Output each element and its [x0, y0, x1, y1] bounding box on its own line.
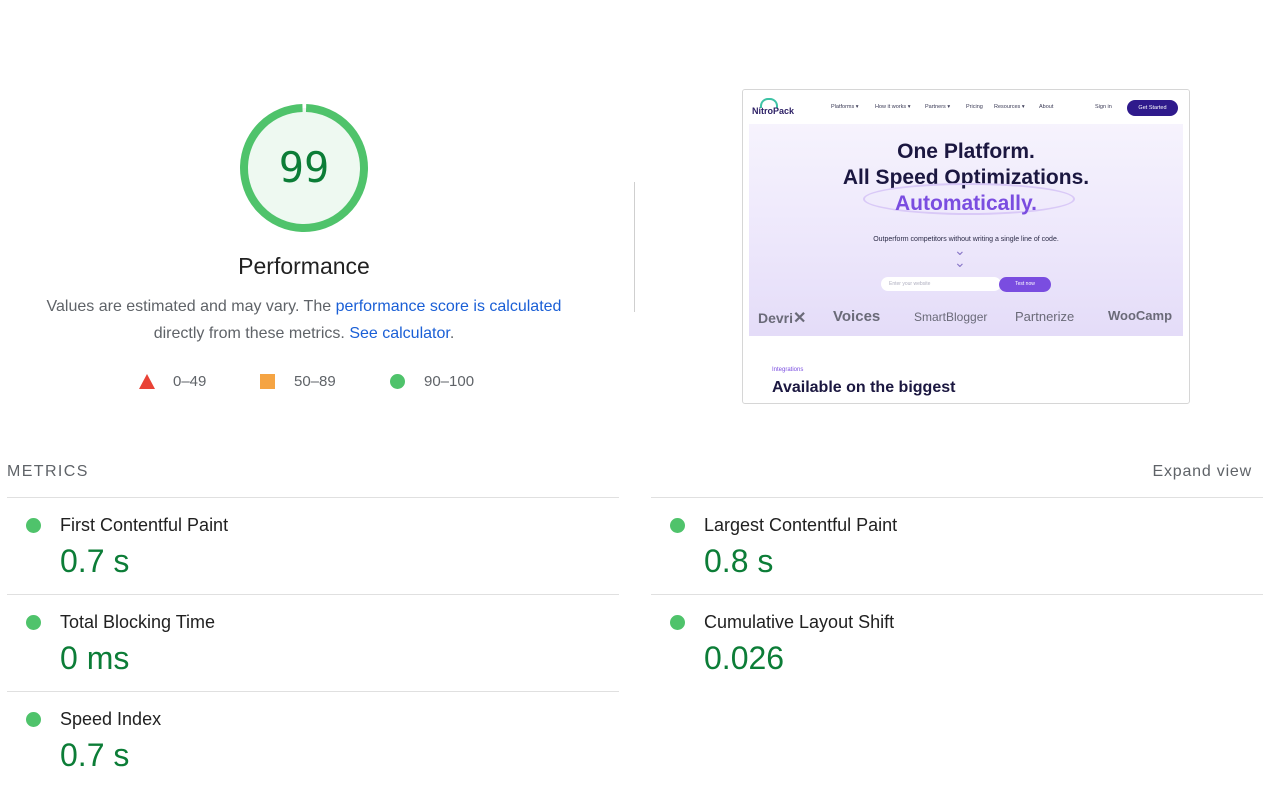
performance-score-link[interactable]: performance score is calculated — [336, 298, 562, 315]
legend-item-pass: 90–100 — [390, 373, 474, 390]
pass-circle-icon — [670, 518, 685, 533]
gauge-title: Performance — [238, 253, 370, 279]
description-text: directly from these metrics. — [153, 325, 350, 342]
legend-label: 90–100 — [424, 373, 475, 390]
metric-value: 0.7 s — [60, 737, 130, 773]
score-description: Values are estimated and may vary. The p… — [30, 293, 578, 347]
legend-label: 50–89 — [294, 373, 336, 390]
performance-score: 99 — [278, 143, 330, 192]
brand-logo: Partnerize — [1015, 309, 1075, 324]
double-chevron-down-icon: ⌄ ⌄ — [954, 242, 966, 270]
metric-value: 0.7 s — [60, 543, 130, 579]
brand-logo: WooCamp — [1108, 308, 1173, 323]
legend-item-fail: 0–49 — [139, 373, 206, 390]
screenshot-nav-item: How it works ▾ — [875, 104, 911, 110]
metric-cumulative-layout-shift: Cumulative Layout Shift 0.026 — [651, 595, 1263, 691]
screenshot-headline: Automatically. — [895, 192, 1037, 215]
screenshot-logo: NitroPack — [752, 106, 795, 116]
screenshot-nav-item: Resources ▾ — [994, 104, 1025, 110]
metric-total-blocking-time: Total Blocking Time 0 ms — [7, 595, 619, 691]
triangle-icon — [139, 374, 155, 389]
vertical-divider — [634, 182, 635, 312]
pass-circle-icon — [26, 712, 41, 727]
screenshot-input: Enter your website — [881, 277, 1001, 291]
screenshot-nav-item: Platforms ▾ — [831, 104, 859, 110]
metric-title: Speed Index — [60, 709, 162, 729]
brand-logo: Devri✕ — [758, 308, 806, 328]
metric-value: 0.026 — [704, 640, 785, 676]
metric-value: 0 ms — [60, 640, 130, 676]
brand-logo-text: Devri — [758, 310, 794, 326]
pass-circle-icon — [670, 615, 685, 630]
x-icon: ✕ — [793, 310, 807, 327]
square-icon — [260, 374, 275, 389]
metric-title: Largest Contentful Paint — [704, 515, 898, 535]
metric-first-contentful-paint: First Contentful Paint 0.7 s — [7, 498, 619, 594]
circle-icon — [390, 374, 405, 389]
screenshot-integrations-label: Integrations — [772, 367, 804, 373]
screenshot-integrations-title: Available on the biggest — [772, 379, 956, 396]
screenshot-get-started: Get Started — [1127, 100, 1178, 116]
screenshot-headline: One Platform. — [897, 140, 1035, 163]
screenshot-nav: NitroPack Platforms ▾ How it works ▾ Par… — [743, 90, 1189, 124]
screenshot-subtitle: Outperform competitors without writing a… — [873, 236, 1059, 243]
pass-circle-icon — [26, 518, 41, 533]
screenshot-signin: Sign in — [1095, 104, 1112, 110]
legend-label: 0–49 — [173, 373, 207, 390]
screenshot-nav-item: Partners ▾ — [925, 104, 951, 110]
see-calculator-link[interactable]: See calculator — [349, 325, 450, 342]
description-text: . — [449, 325, 455, 342]
metric-title: First Contentful Paint — [60, 515, 229, 535]
expand-view-toggle[interactable]: Expand view — [1152, 463, 1252, 481]
metric-value: 0.8 s — [704, 543, 774, 579]
metric-title: Cumulative Layout Shift — [704, 612, 895, 632]
final-screenshot[interactable]: NitroPack Platforms ▾ How it works ▾ Par… — [742, 89, 1190, 404]
metrics-header: METRICS — [7, 463, 89, 480]
screenshot-nav-item: Pricing — [966, 104, 983, 110]
screenshot-nav-item: About — [1039, 104, 1054, 110]
metric-largest-contentful-paint: Largest Contentful Paint 0.8 s — [651, 498, 1263, 594]
metric-speed-index: Speed Index 0.7 s — [7, 692, 619, 788]
screenshot-hero: One Platform. All Speed Optimizations. A… — [749, 124, 1183, 336]
brand-logo: Voices — [833, 308, 881, 325]
screenshot-test-button: Test now — [999, 277, 1051, 292]
pass-circle-icon — [26, 615, 41, 630]
legend-item-average: 50–89 — [260, 373, 336, 390]
metric-title: Total Blocking Time — [60, 612, 216, 632]
description-text: Values are estimated and may vary. The — [46, 298, 336, 315]
brand-logo: SmartBlogger — [914, 310, 988, 324]
